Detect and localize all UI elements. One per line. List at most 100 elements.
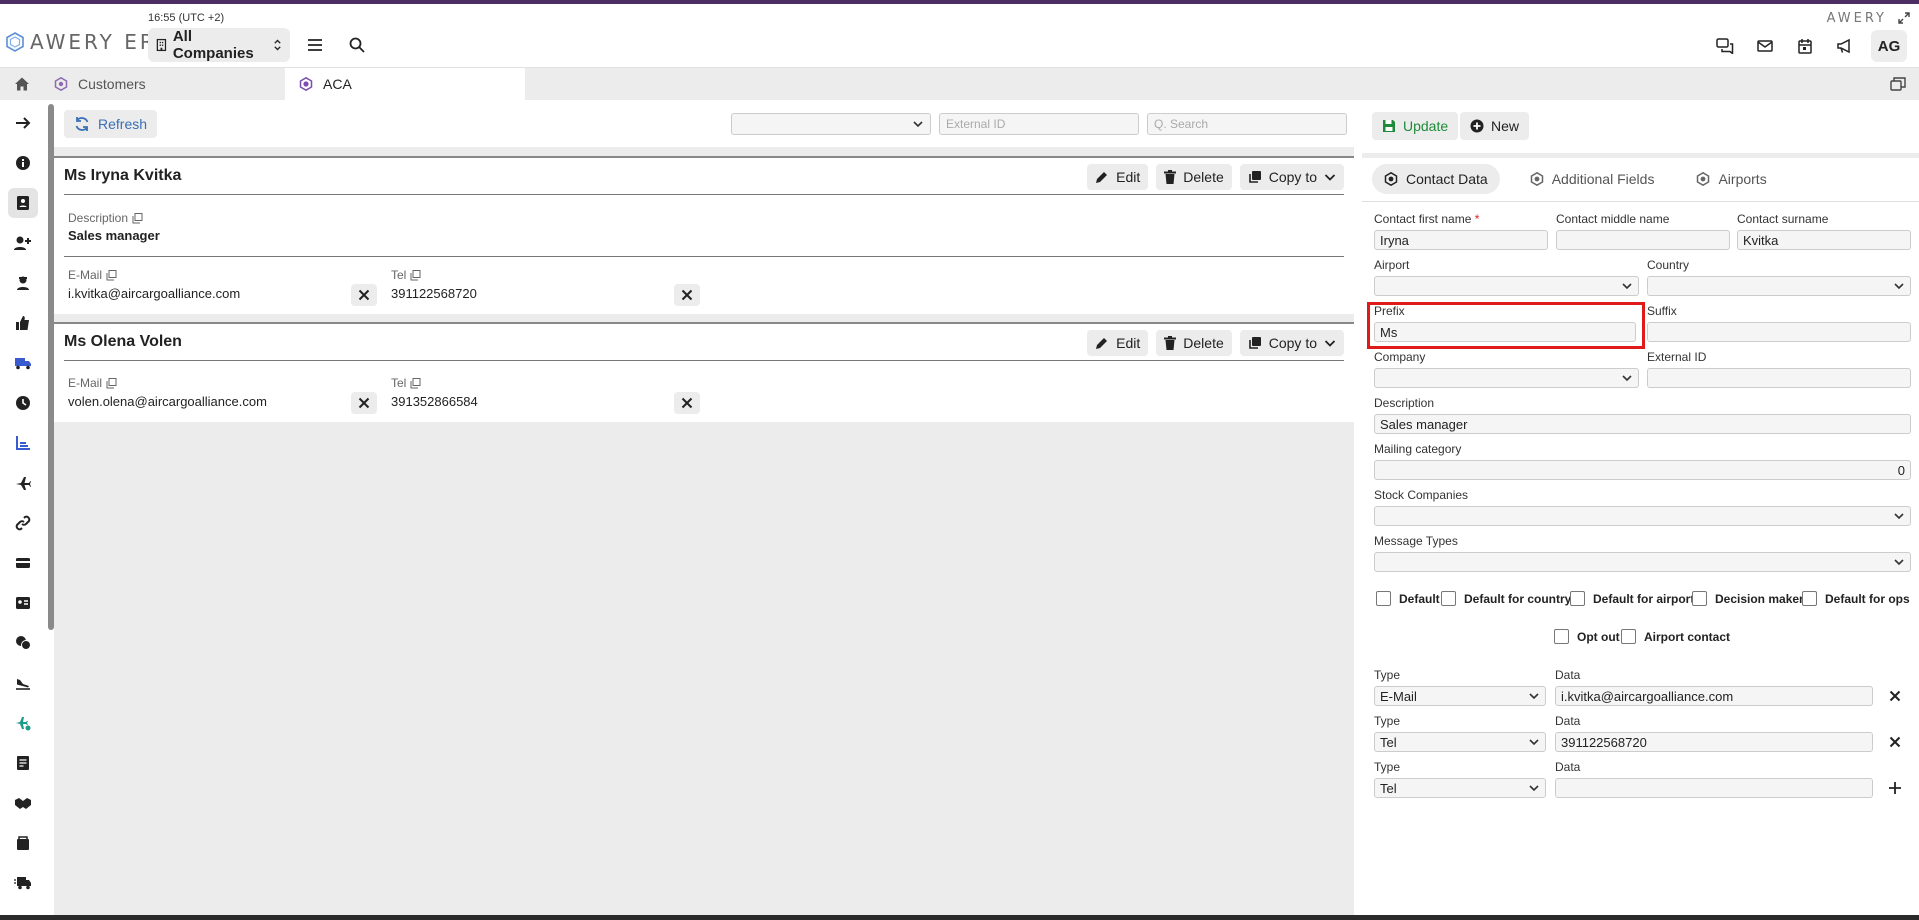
- checkbox-box[interactable]: [1441, 591, 1456, 606]
- add-row-button[interactable]: [1884, 778, 1906, 798]
- calendar-button[interactable]: [1791, 32, 1819, 60]
- sidebar-item-history[interactable]: [8, 388, 38, 418]
- app-logo[interactable]: AWERY ERP: [6, 30, 172, 54]
- sidebar-item-id-cards[interactable]: [8, 588, 38, 618]
- list-filter-select[interactable]: [731, 113, 931, 135]
- chevron-down-icon: [1324, 174, 1336, 181]
- opt-out-checkbox[interactable]: Opt out: [1554, 629, 1620, 644]
- copy-to-button[interactable]: Copy to: [1239, 330, 1344, 356]
- default-checkbox[interactable]: Default: [1376, 591, 1440, 606]
- external-id-filter-input[interactable]: [939, 113, 1139, 135]
- type-select[interactable]: Tel: [1374, 778, 1546, 798]
- contact-card[interactable]: Ms Olena Volen Edit Delete Copy to E-Mai…: [54, 322, 1354, 422]
- copy-small-icon[interactable]: [106, 269, 117, 281]
- checkbox-box[interactable]: [1554, 629, 1569, 644]
- prefix-field[interactable]: Ms: [1374, 322, 1636, 342]
- type-select[interactable]: E-Mail: [1374, 686, 1546, 706]
- copy-to-button[interactable]: Copy to: [1239, 164, 1344, 190]
- checkbox-box[interactable]: [1570, 591, 1585, 606]
- sidebar-item-shipments[interactable]: [8, 828, 38, 858]
- sidebar-item-links[interactable]: [8, 508, 38, 538]
- home-button[interactable]: [10, 74, 34, 94]
- data-field[interactable]: i.kvitka@aircargoalliance.com: [1555, 686, 1873, 706]
- sidebar-item-deliveries[interactable]: [8, 868, 38, 898]
- surname-field[interactable]: Kvitka: [1737, 230, 1911, 250]
- airport-select[interactable]: [1374, 276, 1639, 296]
- edit-button[interactable]: Edit: [1087, 330, 1149, 356]
- type-select[interactable]: Tel: [1374, 732, 1546, 752]
- remove-tel-button[interactable]: [674, 392, 700, 414]
- refresh-button[interactable]: Refresh: [64, 110, 158, 138]
- stock-companies-select[interactable]: [1374, 506, 1911, 526]
- sidebar-item-arrivals[interactable]: [8, 668, 38, 698]
- default-ops-checkbox[interactable]: Default for ops: [1802, 591, 1910, 606]
- new-button[interactable]: New: [1460, 112, 1530, 140]
- sidebar-item-contacts[interactable]: [8, 188, 38, 218]
- mail-button[interactable]: [1751, 32, 1779, 60]
- airport-contact-checkbox[interactable]: Airport contact: [1621, 629, 1730, 644]
- company-select[interactable]: [1374, 368, 1639, 388]
- edit-button[interactable]: Edit: [1087, 164, 1149, 190]
- remove-row-button[interactable]: [1884, 686, 1906, 706]
- message-types-select[interactable]: [1374, 552, 1911, 572]
- announcements-button[interactable]: [1831, 32, 1859, 60]
- remove-email-button[interactable]: [351, 392, 377, 414]
- sidebar-item-messages[interactable]: [8, 628, 38, 658]
- description-field[interactable]: Sales manager: [1374, 414, 1911, 434]
- sidebar-item-collapse[interactable]: [8, 108, 38, 138]
- chat-button[interactable]: [1711, 32, 1739, 60]
- checkbox-box[interactable]: [1376, 591, 1391, 606]
- copy-small-icon[interactable]: [410, 269, 421, 281]
- search-input[interactable]: [1147, 113, 1347, 135]
- sidebar-item-agents[interactable]: [8, 268, 38, 298]
- delete-button[interactable]: Delete: [1156, 330, 1232, 356]
- sidebar-item-add-user[interactable]: [8, 228, 38, 258]
- tab-airports[interactable]: Airports: [1684, 164, 1778, 194]
- sidebar-item-flight-status[interactable]: [8, 708, 38, 738]
- global-search-button[interactable]: [344, 32, 370, 58]
- info-icon: [16, 156, 30, 170]
- external-id-field[interactable]: [1647, 368, 1911, 388]
- remove-email-button[interactable]: [351, 284, 377, 306]
- sidebar-item-documents[interactable]: [8, 748, 38, 778]
- remove-tel-button[interactable]: [674, 284, 700, 306]
- checkbox-box[interactable]: [1802, 591, 1817, 606]
- remove-row-button[interactable]: [1884, 732, 1906, 752]
- sidebar-item-reports[interactable]: [8, 428, 38, 458]
- menu-button[interactable]: [302, 32, 328, 58]
- tab-additional-fields[interactable]: Additional Fields: [1518, 164, 1667, 194]
- sidebar-item-payments[interactable]: [8, 548, 38, 578]
- copy-small-icon[interactable]: [410, 377, 421, 389]
- middle-name-field[interactable]: [1556, 230, 1730, 250]
- contact-card[interactable]: Ms Iryna Kvitka Edit Delete Copy to Desc…: [54, 156, 1354, 314]
- default-airport-checkbox[interactable]: Default for airport: [1570, 591, 1694, 606]
- copy-small-icon[interactable]: [106, 377, 117, 389]
- tab-contact-data[interactable]: Contact Data: [1372, 164, 1500, 194]
- checkbox-box[interactable]: [1621, 629, 1636, 644]
- update-button[interactable]: Update: [1372, 112, 1459, 140]
- user-avatar[interactable]: AG: [1871, 30, 1907, 62]
- suffix-field[interactable]: [1647, 322, 1911, 342]
- copy-small-icon[interactable]: [132, 212, 143, 224]
- tab-bar: Customers ACA: [0, 68, 1919, 100]
- sidebar-item-info[interactable]: [8, 148, 38, 178]
- default-country-checkbox[interactable]: Default for country: [1441, 591, 1571, 606]
- company-selector[interactable]: All Companies: [148, 28, 290, 62]
- checkbox-box[interactable]: [1692, 591, 1707, 606]
- tab-customers[interactable]: Customers: [40, 68, 285, 100]
- delete-button[interactable]: Delete: [1156, 164, 1232, 190]
- country-select[interactable]: [1647, 276, 1911, 296]
- sidebar-item-feedback[interactable]: [8, 308, 38, 338]
- sidebar-item-flights[interactable]: [8, 468, 38, 498]
- sidebar-item-partners[interactable]: [8, 788, 38, 818]
- restore-window-button[interactable]: [1889, 76, 1907, 92]
- fullscreen-button[interactable]: [1897, 11, 1911, 25]
- data-field[interactable]: [1555, 778, 1873, 798]
- sidebar-item-trucking[interactable]: [8, 348, 38, 378]
- decision-maker-checkbox[interactable]: Decision maker: [1692, 591, 1804, 606]
- tab-aca[interactable]: ACA: [285, 68, 525, 100]
- mailing-category-field[interactable]: 0: [1374, 460, 1911, 480]
- middle-name-label: Contact middle name: [1556, 212, 1670, 226]
- data-field[interactable]: 391122568720: [1555, 732, 1873, 752]
- first-name-field[interactable]: Iryna: [1374, 230, 1548, 250]
